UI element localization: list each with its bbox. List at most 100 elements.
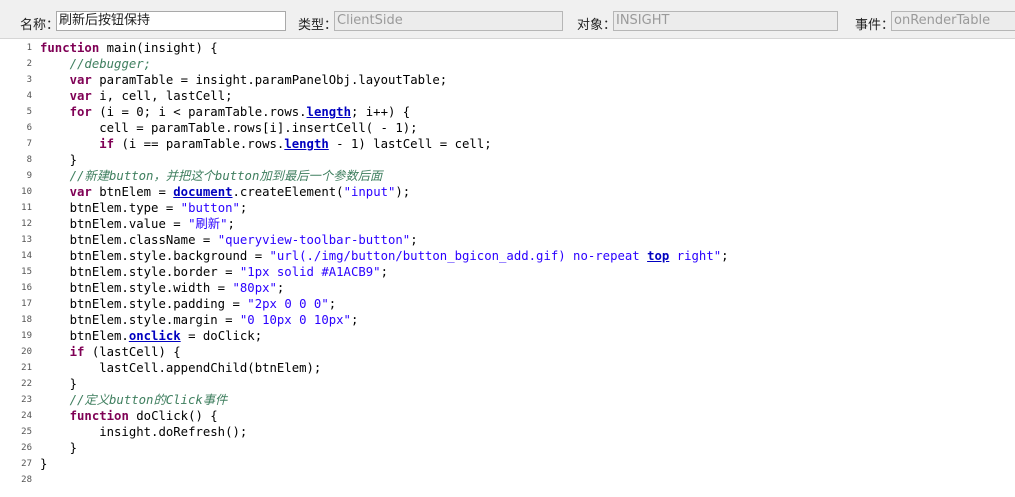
code-token: var	[69, 73, 92, 87]
code-line[interactable]: 23 //定义button的Click事件	[0, 392, 1015, 408]
code-line[interactable]: 27}	[0, 456, 1015, 472]
code-token: top	[647, 249, 670, 263]
event-input[interactable]: onRenderTable	[891, 11, 1015, 31]
code-text: for (i = 0; i < paramTable.rows.length; …	[40, 104, 411, 120]
type-label: 类型：	[298, 18, 338, 33]
line-number: 21	[21, 363, 32, 373]
code-text: }	[40, 440, 77, 456]
event-label: 事件：	[855, 18, 895, 33]
line-number: 9	[26, 171, 32, 181]
code-token: btnElem.type =	[40, 201, 181, 215]
code-token: ;	[239, 201, 248, 215]
code-token: btnElem.style.width =	[40, 281, 233, 295]
code-token: btnElem.style.padding =	[40, 297, 248, 311]
code-token: main(insight) {	[99, 41, 218, 55]
code-token: if	[69, 345, 85, 359]
code-text: //新建button，并把这个button加到最后一个参数后面	[40, 168, 383, 184]
code-line[interactable]: 17 btnElem.style.padding = "2px 0 0 0";	[0, 296, 1015, 312]
code-text: insight.doRefresh();	[40, 424, 247, 440]
code-token: function	[69, 409, 129, 423]
code-token: //debugger;	[69, 57, 152, 71]
code-line[interactable]: 25 insight.doRefresh();	[0, 424, 1015, 440]
code-token: (lastCell) {	[84, 345, 181, 359]
code-line[interactable]: 10 var btnElem = document.createElement(…	[0, 184, 1015, 200]
code-token: onclick	[128, 329, 181, 343]
line-number: 8	[26, 155, 32, 165]
line-number: 5	[26, 107, 32, 117]
line-number: 16	[21, 283, 32, 293]
line-number: 2	[26, 59, 32, 69]
code-line[interactable]: 8 }	[0, 152, 1015, 168]
code-token: document	[173, 185, 233, 199]
code-token: btnElem =	[91, 185, 174, 199]
code-token: var	[69, 89, 92, 103]
code-text: //定义button的Click事件	[40, 392, 228, 408]
code-line[interactable]: 15 btnElem.style.border = "1px solid #A1…	[0, 264, 1015, 280]
code-line[interactable]: 21 lastCell.appendChild(btnElem);	[0, 360, 1015, 376]
object-label: 对象：	[577, 18, 617, 33]
code-text: var paramTable = insight.paramPanelObj.l…	[40, 72, 448, 88]
code-token: "queryview-toolbar-button"	[217, 233, 411, 247]
code-token: "80px"	[232, 281, 277, 295]
code-text: btnElem.style.margin = "0 10px 0 10px";	[40, 312, 359, 328]
code-token: .createElement(	[232, 185, 344, 199]
code-token: );	[395, 185, 411, 199]
code-text: btnElem.className = "queryview-toolbar-b…	[40, 232, 418, 248]
code-line[interactable]: 4 var i, cell, lastCell;	[0, 88, 1015, 104]
name-input[interactable]: 刷新后按钮保持	[56, 11, 286, 31]
code-line[interactable]: 1 function main(insight) {	[0, 40, 1015, 56]
code-line[interactable]: 7 if (i == paramTable.rows.length - 1) l…	[0, 136, 1015, 152]
object-input[interactable]: INSIGHT	[613, 11, 838, 31]
code-text: lastCell.appendChild(btnElem);	[40, 360, 321, 376]
type-input[interactable]: ClientSide	[334, 11, 563, 31]
line-number: 27	[21, 459, 32, 469]
code-line[interactable]: 14 btnElem.style.background = "url(./img…	[0, 248, 1015, 264]
code-token: }	[40, 377, 78, 391]
code-line[interactable]: 13 btnElem.className = "queryview-toolba…	[0, 232, 1015, 248]
code-line[interactable]: 5 for (i = 0; i < paramTable.rows.length…	[0, 104, 1015, 120]
code-token: var	[69, 185, 92, 199]
code-line[interactable]: 3 var paramTable = insight.paramPanelObj…	[0, 72, 1015, 88]
code-text: btnElem.value = "刷新";	[40, 216, 235, 232]
line-number: 10	[21, 187, 32, 197]
code-token: right"	[669, 249, 722, 263]
code-token: ;	[276, 281, 285, 295]
code-line[interactable]: 24 function doClick() {	[0, 408, 1015, 424]
code-token: btnElem.style.background =	[40, 249, 270, 263]
code-token: }	[40, 441, 78, 455]
code-line[interactable]: 11 btnElem.type = "button";	[0, 200, 1015, 216]
code-line[interactable]: 12 btnElem.value = "刷新";	[0, 216, 1015, 232]
code-token: "0 10px 0 10px"	[239, 313, 351, 327]
line-number: 13	[21, 235, 32, 245]
code-line[interactable]: 9 //新建button，并把这个button加到最后一个参数后面	[0, 168, 1015, 184]
code-token: length	[284, 137, 329, 151]
code-text: }	[40, 152, 77, 168]
code-token: for	[69, 105, 92, 119]
code-text: function doClick() {	[40, 408, 218, 424]
code-line[interactable]: 19 btnElem.onclick = doClick;	[0, 328, 1015, 344]
code-line[interactable]: 28	[0, 472, 1015, 488]
code-token: ;	[350, 313, 359, 327]
code-line[interactable]: 18 btnElem.style.margin = "0 10px 0 10px…	[0, 312, 1015, 328]
code-line[interactable]: 22 }	[0, 376, 1015, 392]
code-text: btnElem.style.border = "1px solid #A1ACB…	[40, 264, 388, 280]
code-line[interactable]: 6 cell = paramTable.rows[i].insertCell( …	[0, 120, 1015, 136]
code-text: //debugger;	[40, 56, 151, 72]
code-editor[interactable]: 1 function main(insight) {2 //debugger; 3 …	[0, 39, 1015, 497]
code-line[interactable]: 20 if (lastCell) {	[0, 344, 1015, 360]
code-line[interactable]: 26 }	[0, 440, 1015, 456]
line-number: 15	[21, 267, 32, 277]
code-token: btnElem.value =	[40, 217, 189, 231]
line-number: 23	[21, 395, 32, 405]
code-line[interactable]: 16 btnElem.style.width = "80px";	[0, 280, 1015, 296]
name-label: 名称：	[20, 18, 60, 33]
code-text: var btnElem = document.createElement("in…	[40, 184, 411, 200]
code-line[interactable]: 2 //debugger;	[0, 56, 1015, 72]
code-token: "2px 0 0 0"	[247, 297, 329, 311]
